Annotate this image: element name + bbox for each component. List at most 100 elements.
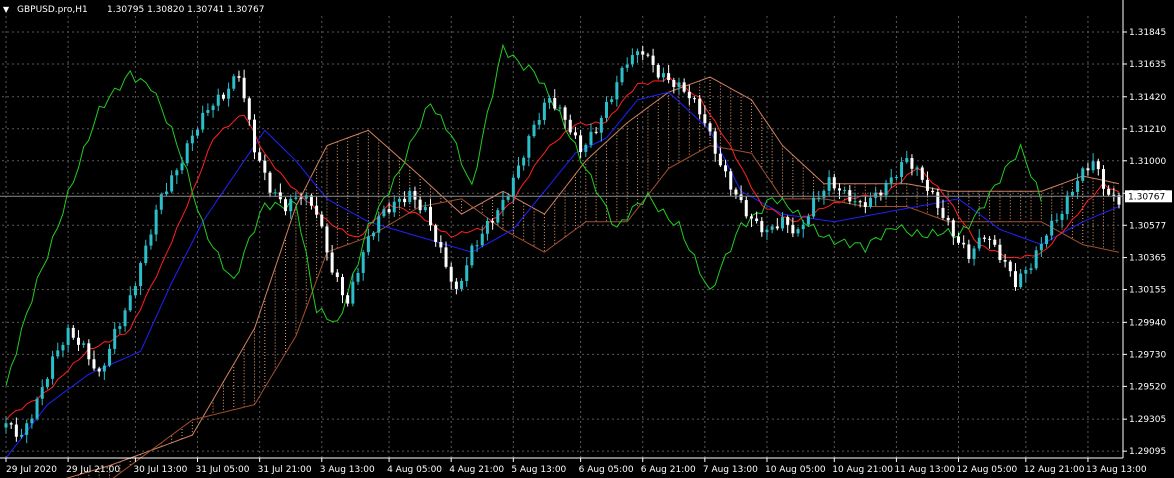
candle-body (480, 233, 484, 246)
x-tick-label: 30 Jul 13:00 (133, 465, 187, 475)
candle-body (491, 220, 495, 223)
candle-body (765, 229, 769, 233)
candle-body (9, 423, 13, 425)
candle-body (931, 190, 935, 193)
candle-body (30, 418, 34, 424)
candle-body (863, 202, 867, 207)
candle-body (936, 192, 940, 208)
y-tick-label: 1.30577 (1129, 221, 1166, 231)
candle-body (118, 326, 122, 329)
candle-body (454, 281, 458, 289)
candle-body (522, 157, 526, 166)
candle-body (620, 67, 624, 83)
chart-icon: ▼ (3, 5, 10, 14)
candle-body (92, 359, 96, 369)
candle-body (470, 245, 474, 266)
candle-body (309, 195, 313, 206)
candle-body (361, 252, 365, 273)
candle-body (698, 98, 702, 115)
candle-body (693, 98, 697, 100)
candle-body (196, 129, 200, 136)
candle-body (801, 224, 805, 230)
candle-body (729, 171, 733, 190)
candle-body (1065, 195, 1069, 214)
candle-body (25, 423, 29, 435)
candle-body (889, 177, 893, 183)
candle-body (1060, 213, 1064, 220)
x-tick-label: 12 Aug 21:00 (1024, 465, 1085, 475)
candle-body (703, 114, 707, 124)
candle-body (1086, 168, 1090, 171)
candle-body (1013, 271, 1017, 288)
candle-body (630, 55, 634, 65)
candle-body (423, 206, 427, 211)
candle-body (749, 216, 753, 219)
candle-body (998, 244, 1002, 261)
candle-body (1055, 219, 1059, 221)
price-chart[interactable]: 1.31845 1.31635 1.31420 1.31210 1.31000 1.307… (0, 0, 1174, 478)
candle-body (594, 131, 598, 133)
x-tick-label: 5 Aug 13:00 (511, 465, 566, 475)
candle-body (977, 237, 981, 249)
candle-body (387, 209, 391, 213)
candle-body (641, 51, 645, 55)
candle-body (128, 295, 132, 311)
candle-body (858, 201, 862, 203)
candle-body (1034, 250, 1038, 269)
candle-body (418, 199, 422, 211)
candle-body (45, 378, 49, 388)
candle-body (56, 350, 60, 357)
candle-body (579, 135, 583, 152)
candle-body (190, 135, 194, 144)
candle-body (573, 132, 577, 136)
y-tick-label: 1.31420 (1129, 93, 1166, 103)
candle-body (511, 177, 515, 197)
candle-body (874, 192, 878, 198)
candle-body (108, 348, 112, 366)
candle-body (1039, 243, 1043, 251)
candle-body (848, 190, 852, 202)
candle-body (806, 216, 810, 225)
candle-body (35, 398, 39, 419)
candle-body (87, 343, 91, 360)
candle-body (993, 239, 997, 245)
candle-body (164, 191, 168, 195)
candle-body (139, 263, 143, 287)
candle-body (247, 98, 251, 120)
y-tick-label: 1.30365 (1129, 254, 1166, 264)
x-tick-label: 6 Aug 05:00 (579, 465, 634, 475)
candle-body (1029, 268, 1033, 271)
candle-body (925, 179, 929, 191)
candle-body (496, 210, 500, 223)
candle-body (553, 98, 557, 109)
candle-body (144, 245, 148, 264)
candle-body (957, 236, 961, 243)
x-tick-label: 4 Aug 05:00 (387, 465, 442, 475)
candle-body (403, 198, 407, 203)
y-tick-label: 1.30155 (1129, 286, 1166, 296)
candle-body (1096, 161, 1100, 170)
candle-body (900, 162, 904, 177)
candle-body (687, 91, 691, 99)
candle-body (366, 236, 370, 253)
candle-body (1112, 194, 1116, 196)
candle-body (1008, 261, 1012, 272)
candle-body (775, 226, 779, 229)
candle-body (449, 266, 453, 282)
candle-body (216, 94, 220, 106)
y-tick-label: 1.29730 (1129, 350, 1166, 360)
candle-body (278, 192, 282, 200)
candle-body (962, 242, 966, 245)
candle-body (252, 119, 256, 153)
candle-body (346, 295, 350, 304)
candle-body (397, 198, 401, 202)
x-tick-label: 11 Aug 13:00 (894, 465, 955, 475)
candle-body (289, 198, 293, 212)
candle-body (739, 194, 743, 201)
candle-body (651, 55, 655, 65)
candle-body (1070, 191, 1074, 196)
x-tick-label: 29 Jul 2020 (6, 465, 57, 475)
candle-body (682, 82, 686, 92)
candle-body (982, 237, 986, 239)
candle-body (20, 434, 24, 437)
